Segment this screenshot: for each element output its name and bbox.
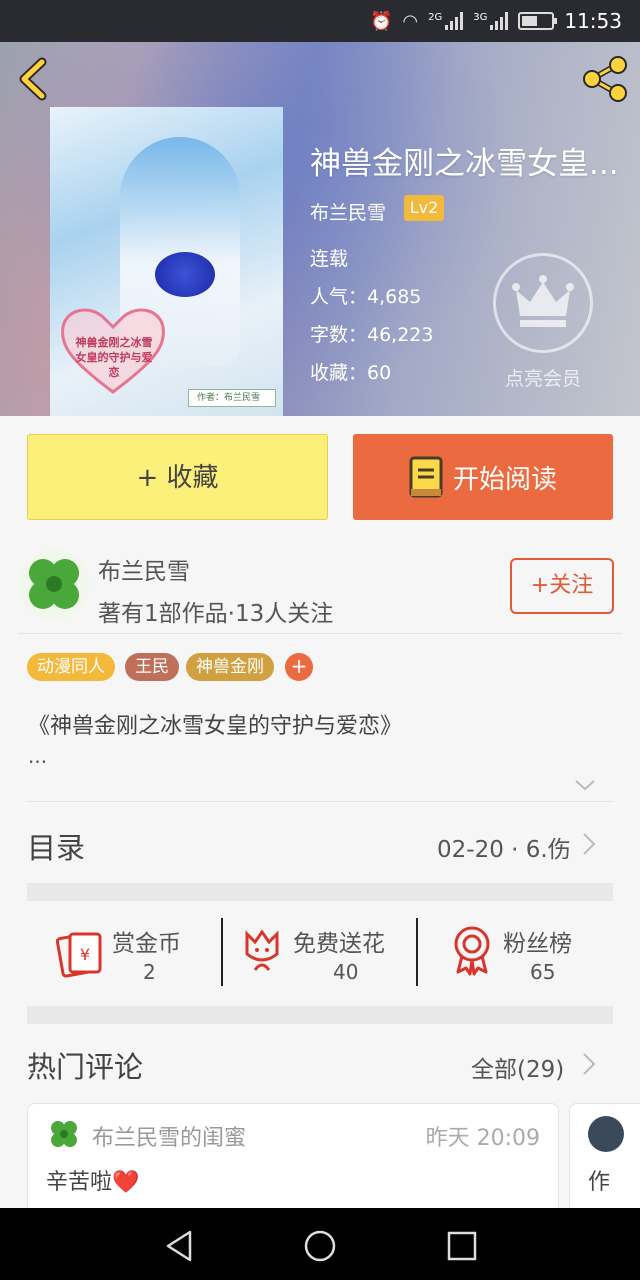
catalog-latest-chapter[interactable]: 02-20 · 6.伤	[437, 830, 571, 864]
book-header: 神兽金刚之冰雪女皇的守护与爱恋 作者：布兰民雪 神兽金刚之冰雪女皇... 布兰民…	[0, 42, 640, 416]
book-author[interactable]: 布兰民雪	[310, 198, 386, 225]
book-title: 神兽金刚之冰雪女皇...	[310, 146, 619, 182]
recents-square-icon[interactable]	[442, 1226, 482, 1266]
hot-comments-title: 热门评论	[27, 1050, 144, 1084]
cover-bouquet	[155, 252, 215, 297]
clover-avatar-icon	[51, 1121, 77, 1147]
author-row-subtitle: 著有1部作品·13人关注	[98, 601, 334, 627]
cover-author-tag: 作者：布兰民雪	[188, 389, 276, 407]
reward-coins-value: 2	[143, 960, 156, 984]
catalog-title[interactable]: 目录	[27, 825, 85, 867]
vip-button[interactable]	[493, 253, 593, 353]
chevron-down-icon[interactable]	[574, 774, 596, 796]
stat-divider	[416, 918, 418, 986]
signal-3g-icon: 3G	[473, 12, 509, 30]
commenter-name[interactable]: 布兰民雪的闺蜜	[92, 1120, 246, 1152]
share-button[interactable]	[580, 54, 630, 104]
free-flowers-label: 免费送花	[293, 931, 385, 957]
tag-wangmin[interactable]: 王民	[125, 653, 179, 681]
fan-ranking-value: 65	[530, 960, 556, 984]
avatar[interactable]	[18, 549, 90, 621]
description-ellipsis: ...	[28, 744, 48, 768]
comment-text: 辛苦啦❤️	[46, 1170, 140, 1195]
comment-time: 昨天 20:09	[425, 1126, 540, 1151]
signal-2g-icon: 2G	[428, 12, 464, 30]
back-button[interactable]	[14, 56, 54, 102]
start-reading-button[interactable]: 开始阅读	[353, 434, 613, 520]
system-nav-bar	[0, 1208, 640, 1280]
divider	[27, 801, 613, 802]
wifi-icon: ◠	[402, 10, 419, 32]
chevron-right-icon[interactable]	[582, 832, 596, 856]
status-time: 11:53	[564, 9, 622, 33]
commenter-avatar[interactable]	[46, 1116, 82, 1152]
flower-icon	[245, 929, 279, 971]
book-description: 《神兽金刚之冰雪女皇的守护与爱恋》	[28, 714, 403, 739]
book-icon	[409, 456, 443, 498]
home-circle-icon[interactable]	[300, 1226, 340, 1266]
collect-button[interactable]: + 收藏	[27, 434, 328, 520]
level-badge: Lv2	[404, 195, 444, 221]
status-bar: ⏰ ◠ 2G 3G 11:53	[0, 0, 640, 42]
divider	[18, 633, 622, 634]
fan-ranking-label: 粉丝榜	[503, 931, 572, 957]
share-icon	[583, 56, 627, 102]
battery-icon	[518, 12, 558, 30]
chevron-right-icon[interactable]	[582, 1052, 596, 1076]
follow-button[interactable]: +关注	[510, 558, 614, 614]
all-comments-link[interactable]: 全部(29)	[471, 1050, 564, 1084]
comment-card-peek[interactable]: 作	[569, 1103, 640, 1223]
tag-divine-beast[interactable]: 神兽金刚	[186, 653, 274, 681]
book-cover[interactable]: 神兽金刚之冰雪女皇的守护与爱恋 作者：布兰民雪	[50, 107, 283, 416]
crown-icon	[512, 275, 574, 327]
alarm-icon: ⏰	[369, 10, 393, 32]
section-separator	[27, 1006, 613, 1024]
book-favorites: 收藏：60	[310, 362, 392, 384]
chevron-left-icon	[19, 57, 47, 101]
start-reading-label: 开始阅读	[452, 464, 557, 495]
add-tag-button[interactable]: +	[285, 653, 313, 681]
red-envelope-icon: ¥	[56, 932, 102, 978]
tag-anime-fanfic[interactable]: 动漫同人	[27, 653, 115, 681]
svg-text:¥: ¥	[80, 945, 90, 964]
reward-coins-label: 赏金币	[112, 931, 181, 957]
comment-text-peek: 作	[588, 1170, 611, 1195]
section-separator	[27, 883, 613, 901]
vip-label[interactable]: 点亮会员	[495, 364, 591, 391]
free-flowers-value: 40	[333, 960, 359, 984]
commenter-avatar	[588, 1116, 624, 1152]
author-row-name[interactable]: 布兰民雪	[98, 552, 190, 586]
book-status: 连载	[310, 248, 349, 270]
medal-icon	[454, 926, 490, 976]
cover-heart-text: 神兽金刚之冰雪女皇的守护与爱恋	[75, 336, 153, 379]
book-popularity: 人气：4,685	[310, 286, 422, 308]
book-word-count: 字数：46,223	[310, 324, 434, 346]
stat-divider	[221, 918, 223, 986]
comment-card[interactable]: 布兰民雪的闺蜜 昨天 20:09 辛苦啦❤️	[27, 1103, 559, 1223]
back-triangle-icon[interactable]	[160, 1226, 200, 1266]
clover-avatar-icon	[18, 549, 90, 621]
